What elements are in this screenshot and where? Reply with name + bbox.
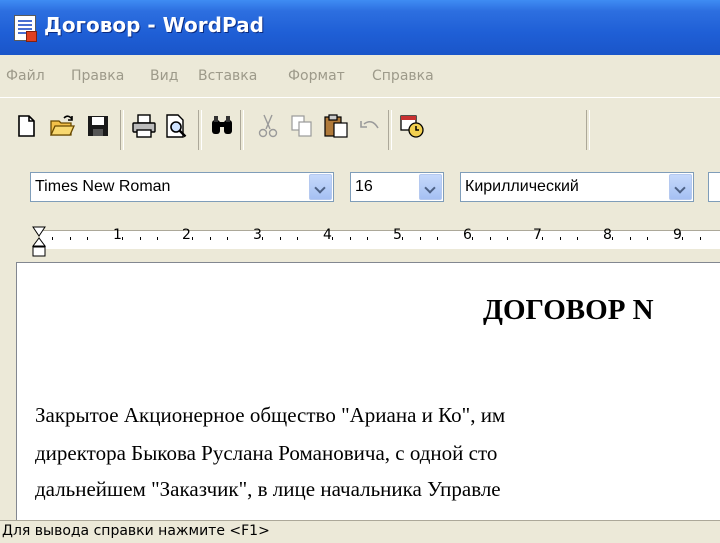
- menu-file[interactable]: Файл: [6, 68, 45, 84]
- ruler-track: [40, 230, 720, 249]
- ruler-number: 9: [673, 227, 682, 243]
- ruler-tick: [682, 237, 683, 240]
- format-toolbar: Times New Roman 16 Кириллический: [0, 159, 720, 212]
- ruler-tick: [542, 237, 543, 240]
- font-name-value: Times New Roman: [35, 178, 171, 195]
- ruler-tick: [472, 237, 473, 240]
- menu-format[interactable]: Формат: [288, 68, 345, 84]
- ruler-tick: [139, 237, 141, 240]
- ruler-number: 8: [603, 227, 612, 243]
- ruler-tick: [279, 237, 281, 240]
- script-value: Кириллический: [465, 178, 579, 195]
- status-text: Для вывода справки нажмите <F1>: [2, 523, 270, 539]
- ruler-tick: [157, 237, 158, 240]
- print-preview-icon[interactable]: [162, 112, 190, 140]
- ruler-tick: [69, 237, 71, 240]
- ruler-number: 7: [533, 227, 542, 243]
- document-line: дальнейшем "Заказчик", в лице начальника…: [35, 477, 501, 501]
- status-bar: Для вывода справки нажмите <F1>: [0, 520, 720, 543]
- ruler-number: 3: [253, 227, 262, 243]
- document-area[interactable]: ДОГОВОР N Закрытое Акционерное общество …: [16, 262, 720, 521]
- ruler-tick: [402, 237, 403, 240]
- ruler-tick: [437, 237, 438, 240]
- open-folder-icon[interactable]: [48, 112, 76, 140]
- font-size-value: 16: [355, 178, 373, 195]
- toolbar-separator: [586, 110, 590, 150]
- ruler-tick: [52, 237, 53, 240]
- find-icon[interactable]: [208, 112, 236, 140]
- ruler-number: 1: [113, 227, 122, 243]
- copy-icon[interactable]: [288, 112, 316, 140]
- chevron-down-icon[interactable]: [419, 174, 442, 200]
- ruler-tick: [192, 237, 193, 240]
- print-icon[interactable]: [130, 112, 158, 140]
- undo-icon[interactable]: [356, 112, 384, 140]
- menu-help[interactable]: Справка: [372, 68, 434, 84]
- standard-toolbar: [0, 97, 720, 160]
- font-name-combo[interactable]: Times New Roman: [30, 172, 334, 202]
- wordpad-app-icon[interactable]: [14, 15, 37, 42]
- ruler-tick: [367, 237, 368, 240]
- document-line: Закрытое Акционерное общество "Ариана и …: [35, 403, 506, 427]
- ruler-tick: [209, 237, 211, 240]
- ruler-tick: [227, 237, 228, 240]
- new-document-icon[interactable]: [12, 112, 40, 140]
- title-bar[interactable]: Договор - WordPad: [0, 0, 720, 55]
- ruler-number: 5: [393, 227, 402, 243]
- ruler-tick: [262, 237, 263, 240]
- ruler-tick: [507, 237, 508, 240]
- document-line: директора Быкова Руслана Романовича, с о…: [35, 441, 498, 465]
- insert-datetime-icon[interactable]: [398, 112, 426, 140]
- ruler[interactable]: 1 2 3 4 5 6 7 8 9: [0, 212, 720, 262]
- ruler-tick: [122, 237, 123, 240]
- ruler-tick: [419, 237, 421, 240]
- save-icon[interactable]: [84, 112, 112, 140]
- script-combo[interactable]: Кириллический: [460, 172, 694, 202]
- ruler-tick: [699, 237, 701, 240]
- ruler-tick: [332, 237, 333, 240]
- ruler-tick: [647, 237, 648, 240]
- ruler-number: 2: [182, 227, 191, 243]
- document-title: ДОГОВОР N: [483, 294, 654, 326]
- ruler-tick: [297, 237, 298, 240]
- toolbar-separator: [120, 110, 124, 150]
- font-size-combo[interactable]: 16: [350, 172, 444, 202]
- chevron-down-icon[interactable]: [669, 174, 692, 200]
- ruler-number: 6: [463, 227, 472, 243]
- toolbar-separator: [388, 110, 392, 150]
- menu-bar: Файл Правка Вид Вставка Формат Справка: [0, 55, 720, 97]
- ruler-tick: [612, 237, 613, 240]
- toolbar-separator: [240, 110, 244, 150]
- next-format-combo[interactable]: [708, 172, 720, 202]
- menu-insert[interactable]: Вставка: [198, 68, 257, 84]
- cut-icon[interactable]: [254, 112, 282, 140]
- menu-view[interactable]: Вид: [150, 68, 178, 84]
- ruler-number: 4: [323, 227, 332, 243]
- paste-icon[interactable]: [322, 112, 350, 140]
- ruler-tick: [559, 237, 561, 240]
- window-title: Договор - WordPad: [44, 13, 264, 37]
- menu-edit[interactable]: Правка: [71, 68, 124, 84]
- indent-marker-icon[interactable]: [32, 226, 46, 262]
- toolbar-separator: [198, 110, 202, 150]
- ruler-tick: [87, 237, 88, 240]
- ruler-tick: [577, 237, 578, 240]
- ruler-tick: [629, 237, 631, 240]
- ruler-tick: [489, 237, 491, 240]
- ruler-tick: [349, 237, 351, 240]
- chevron-down-icon[interactable]: [309, 174, 332, 200]
